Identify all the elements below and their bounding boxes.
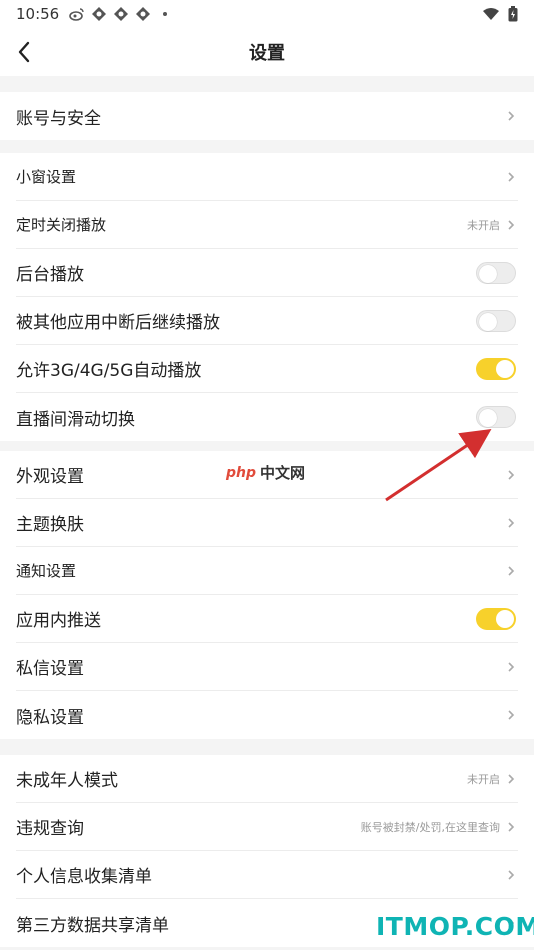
settings-group: 外观设置 主题换肤 通知设置 应用内推送 私信设置 隐私设置 — [0, 451, 534, 739]
settings-row[interactable]: 应用内推送 — [16, 595, 518, 643]
settings-row-label: 私信设置 — [16, 659, 84, 679]
toggle-knob — [496, 359, 514, 378]
settings-row[interactable]: 个人信息收集清单 — [16, 851, 518, 899]
chevron-right-icon — [508, 773, 515, 784]
settings-row-value: 未开启 — [467, 772, 500, 786]
settings-row-label: 违规查询 — [16, 819, 84, 839]
weibo-icon — [69, 8, 84, 21]
settings-row-label: 个人信息收集清单 — [16, 867, 152, 887]
toggle-knob — [479, 312, 497, 331]
settings-row[interactable]: 账号与安全 — [16, 92, 518, 140]
toggle-switch[interactable] — [476, 261, 516, 284]
settings-group: 小窗设置定时关闭播放 未开启后台播放被其他应用中断后继续播放 允许3G/4G/5G自… — [0, 153, 534, 441]
settings-row-label: 应用内推送 — [16, 611, 101, 631]
settings-row[interactable]: 定时关闭播放 未开启 — [16, 201, 518, 249]
page-header: 设置 — [0, 28, 534, 76]
php-watermark: php 中文网 — [226, 462, 305, 483]
app-notify-icon — [136, 7, 151, 21]
toggle-knob — [496, 609, 514, 628]
toggle-knob — [479, 409, 497, 427]
toggle-switch[interactable] — [476, 309, 516, 332]
settings-row-label: 允许3G/4G/5G自动播放 — [16, 361, 202, 381]
status-bar: 10:56 — [0, 0, 534, 28]
toggle-switch[interactable] — [476, 357, 516, 380]
settings-row[interactable]: 主题换肤 — [16, 499, 518, 547]
battery-icon — [508, 6, 518, 22]
chevron-right-icon — [508, 710, 515, 720]
toggle-switch[interactable] — [476, 607, 516, 630]
page-title: 设置 — [249, 43, 285, 64]
settings-row-label: 未成年人模式 — [16, 771, 118, 791]
settings-row[interactable]: 后台播放 — [16, 249, 518, 297]
settings-row[interactable]: 未成年人模式 未开启 — [16, 755, 518, 803]
settings-row[interactable]: 私信设置 — [16, 643, 518, 691]
settings-row-label: 直播间滑动切换 — [16, 409, 135, 430]
app-notify-icon — [92, 7, 107, 21]
site-watermark: ITMOP.COM — [376, 912, 534, 941]
chevron-right-icon — [508, 821, 515, 832]
settings-row-label: 账号与安全 — [16, 108, 101, 129]
chevron-right-icon — [508, 171, 515, 182]
settings-row[interactable]: 隐私设置 — [16, 691, 518, 739]
settings-row-label: 后台播放 — [16, 265, 84, 285]
settings-row-label: 小窗设置 — [16, 168, 77, 186]
status-time: 10:56 — [16, 5, 60, 23]
chevron-right-icon — [508, 469, 515, 480]
back-arrow-icon — [18, 41, 30, 63]
settings-row-label: 隐私设置 — [16, 707, 84, 728]
settings-row[interactable]: 允许3G/4G/5G自动播放 — [16, 345, 518, 393]
watermark-php-text: php — [226, 464, 257, 481]
chevron-right-icon — [508, 565, 515, 576]
chevron-right-icon — [508, 517, 515, 528]
settings-row[interactable]: 违规查询 账号被封禁/处罚,在这里查询 — [16, 803, 518, 851]
app-notify-icon — [114, 7, 129, 21]
notification-icons — [69, 6, 173, 22]
settings-row-label: 被其他应用中断后继续播放 — [16, 313, 220, 333]
settings-row-value: 账号被封禁/处罚,在这里查询 — [360, 820, 500, 834]
settings-row-label: 通知设置 — [16, 562, 77, 580]
settings-row[interactable]: 通知设置 — [16, 547, 518, 595]
settings-row-label: 主题换肤 — [16, 515, 84, 535]
toggle-switch[interactable] — [476, 406, 516, 428]
settings-row[interactable]: 小窗设置 — [16, 153, 518, 201]
back-button[interactable] — [10, 38, 38, 66]
settings-row[interactable]: 直播间滑动切换 — [16, 393, 518, 441]
settings-group: 账号与安全 — [0, 92, 534, 140]
chevron-right-icon — [508, 661, 515, 672]
settings-row[interactable]: 被其他应用中断后继续播放 — [16, 297, 518, 345]
chevron-right-icon — [508, 219, 515, 230]
settings-row-value: 未开启 — [467, 218, 500, 232]
toggle-knob — [479, 264, 497, 283]
chevron-right-icon — [508, 111, 515, 121]
settings-row-label: 定时关闭播放 — [16, 216, 107, 234]
wifi-icon — [483, 8, 499, 20]
more-dot-icon — [163, 12, 168, 16]
watermark-cn-text: 中文网 — [260, 464, 306, 482]
chevron-right-icon — [508, 869, 515, 880]
